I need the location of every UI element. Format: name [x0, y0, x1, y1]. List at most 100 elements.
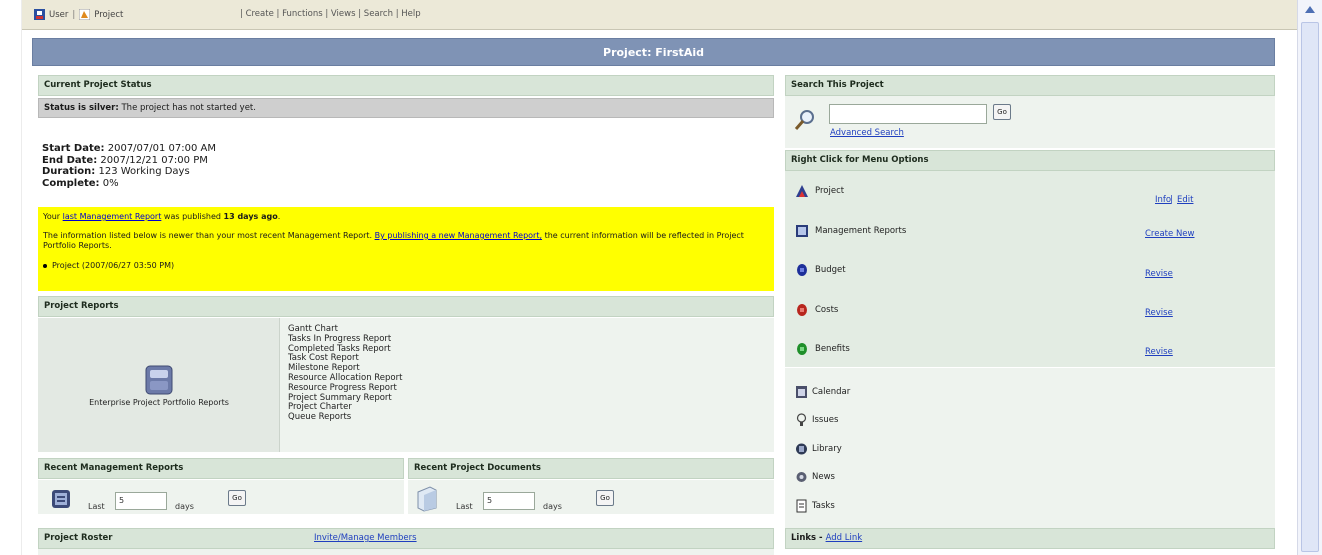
top-menu[interactable]: | Create | Functions | Views | Search | …: [240, 9, 421, 19]
news-icon: [796, 472, 807, 482]
costs-revise-link[interactable]: Revise: [1145, 308, 1173, 318]
complete-label: Complete:: [42, 177, 100, 189]
tool-calendar[interactable]: Calendar: [795, 385, 850, 399]
left-gutter: [0, 0, 22, 555]
portfolio-reports-icon[interactable]: [140, 364, 178, 396]
project-info-link[interactable]: Info: [1155, 195, 1171, 205]
menu-option-label: Budget: [815, 265, 846, 275]
management-report-notice: Your last Management Report was publishe…: [38, 207, 774, 291]
roster-section-header: Project Roster Invite/Manage Members: [38, 528, 774, 549]
search-go-button[interactable]: Go: [993, 104, 1011, 120]
tool-label: Calendar: [812, 387, 851, 397]
mgmt-go-button[interactable]: Go: [228, 490, 246, 506]
menu-option-management-reports[interactable]: Management Reports: [795, 224, 906, 238]
budget-revise-link[interactable]: Revise: [1145, 269, 1173, 279]
project-icon: [79, 9, 91, 20]
complete-value: 0%: [102, 177, 119, 189]
report-list: Gantt Chart Tasks In Progress Report Com…: [288, 324, 402, 423]
tasks-icon: [796, 499, 807, 513]
status-bold: Status is silver:: [44, 103, 119, 113]
benefits-revise-link[interactable]: Revise: [1145, 347, 1173, 357]
tool-library[interactable]: Library: [795, 442, 842, 456]
budget-icon: [797, 264, 807, 276]
menu-option-costs[interactable]: Costs: [795, 303, 838, 317]
docs-go-button[interactable]: Go: [596, 490, 614, 506]
nav-project-link[interactable]: Project: [94, 10, 123, 20]
notice-text: The information listed below is newer th…: [43, 231, 373, 240]
top-nav-bar: User | Project | Create | Functions | Vi…: [22, 0, 1297, 30]
menu-option-budget[interactable]: Budget: [795, 263, 846, 277]
tool-tasks[interactable]: Tasks: [795, 499, 835, 513]
tool-label: Tasks: [812, 501, 835, 511]
mgmt-days-label: days: [175, 502, 194, 511]
nav-user-link[interactable]: User: [49, 10, 68, 20]
notice-text: .: [277, 212, 281, 221]
notice-days-ago: 13 days ago: [223, 212, 278, 221]
top-nav-left: User | Project: [34, 9, 123, 20]
benefits-icon: [797, 343, 807, 355]
tool-issues[interactable]: Issues: [795, 413, 838, 427]
duration-value: 123 Working Days: [98, 166, 190, 177]
vertical-scrollbar[interactable]: [1297, 0, 1322, 555]
scroll-up-arrow-icon[interactable]: [1305, 6, 1315, 13]
docs-days-label: days: [543, 502, 562, 511]
menu-option-label: Management Reports: [815, 226, 907, 236]
status-section-header: Current Project Status: [38, 75, 774, 96]
recent-mgmt-reports-header: Recent Management Reports: [38, 458, 404, 479]
menu-option-label: Project: [815, 186, 845, 196]
advanced-search-link[interactable]: Advanced Search: [830, 128, 904, 138]
user-icon: [34, 9, 45, 20]
enterprise-reports-label[interactable]: Enterprise Project Portfolio Reports: [38, 398, 280, 407]
bullet-dot: [43, 263, 47, 268]
start-date-value: 2007/07/01 07:00 AM: [107, 143, 217, 154]
end-date-label: End Date:: [42, 154, 98, 166]
costs-icon: [797, 304, 807, 316]
invite-members-link[interactable]: Invite/Manage Members: [314, 529, 417, 548]
scrollbar-thumb[interactable]: [1301, 22, 1319, 552]
tools-panel: [785, 368, 1275, 528]
notice-text: was published: [163, 212, 221, 221]
tool-news[interactable]: News: [795, 470, 835, 484]
docs-last-label: Last: [456, 502, 473, 511]
management-reports-icon: [796, 225, 808, 237]
links-label: Links -: [791, 533, 823, 543]
roster-header-label: Project Roster: [44, 533, 113, 543]
last-management-report-link[interactable]: last Management Report: [63, 212, 162, 221]
calendar-icon: [796, 386, 807, 398]
notice-text: Your: [43, 212, 61, 221]
project-dates: Start Date: 2007/07/01 07:00 AM End Date…: [42, 143, 216, 189]
status-text: The project has not started yet.: [121, 103, 256, 113]
report-item-queue[interactable]: Queue Reports: [288, 412, 402, 423]
search-input[interactable]: [829, 104, 987, 124]
library-icon: [796, 443, 807, 455]
menu-options-panel: [785, 171, 1275, 367]
project-triangle-icon: [796, 185, 808, 197]
link-separator: |: [1170, 195, 1173, 205]
page-title: Project: FirstAid: [32, 38, 1275, 66]
status-line: Status is silver: The project has not st…: [38, 98, 774, 118]
management-report-icon: [52, 490, 70, 508]
docs-days-input[interactable]: 5: [483, 492, 535, 510]
mgmt-days-input[interactable]: 5: [115, 492, 167, 510]
menu-option-label: Costs: [815, 305, 839, 315]
add-link[interactable]: Add Link: [826, 533, 863, 543]
tool-label: News: [812, 472, 835, 482]
documents-icon: [417, 486, 437, 512]
mgmt-last-label: Last: [88, 502, 105, 511]
menu-options-header: Right Click for Menu Options: [785, 150, 1275, 171]
search-icon: [794, 110, 814, 130]
links-section-header: Links - Add Link: [785, 528, 1275, 549]
search-section-header: Search This Project: [785, 75, 1275, 96]
tool-label: Library: [812, 444, 842, 454]
publish-report-link[interactable]: By publishing a new Management Report,: [375, 231, 542, 240]
menu-option-benefits[interactable]: Benefits: [795, 342, 850, 356]
start-date-label: Start Date:: [42, 143, 105, 154]
menu-option-project[interactable]: Project: [795, 184, 844, 198]
recent-docs-header: Recent Project Documents: [408, 458, 774, 479]
reports-section-header: Project Reports: [38, 296, 774, 317]
create-new-report-link[interactable]: Create New: [1145, 229, 1195, 239]
project-edit-link[interactable]: Edit: [1177, 195, 1193, 205]
tool-label: Issues: [812, 415, 839, 425]
notice-bullet-item: Project (2007/06/27 03:50 PM): [52, 261, 175, 270]
duration-label: Duration:: [42, 166, 96, 177]
